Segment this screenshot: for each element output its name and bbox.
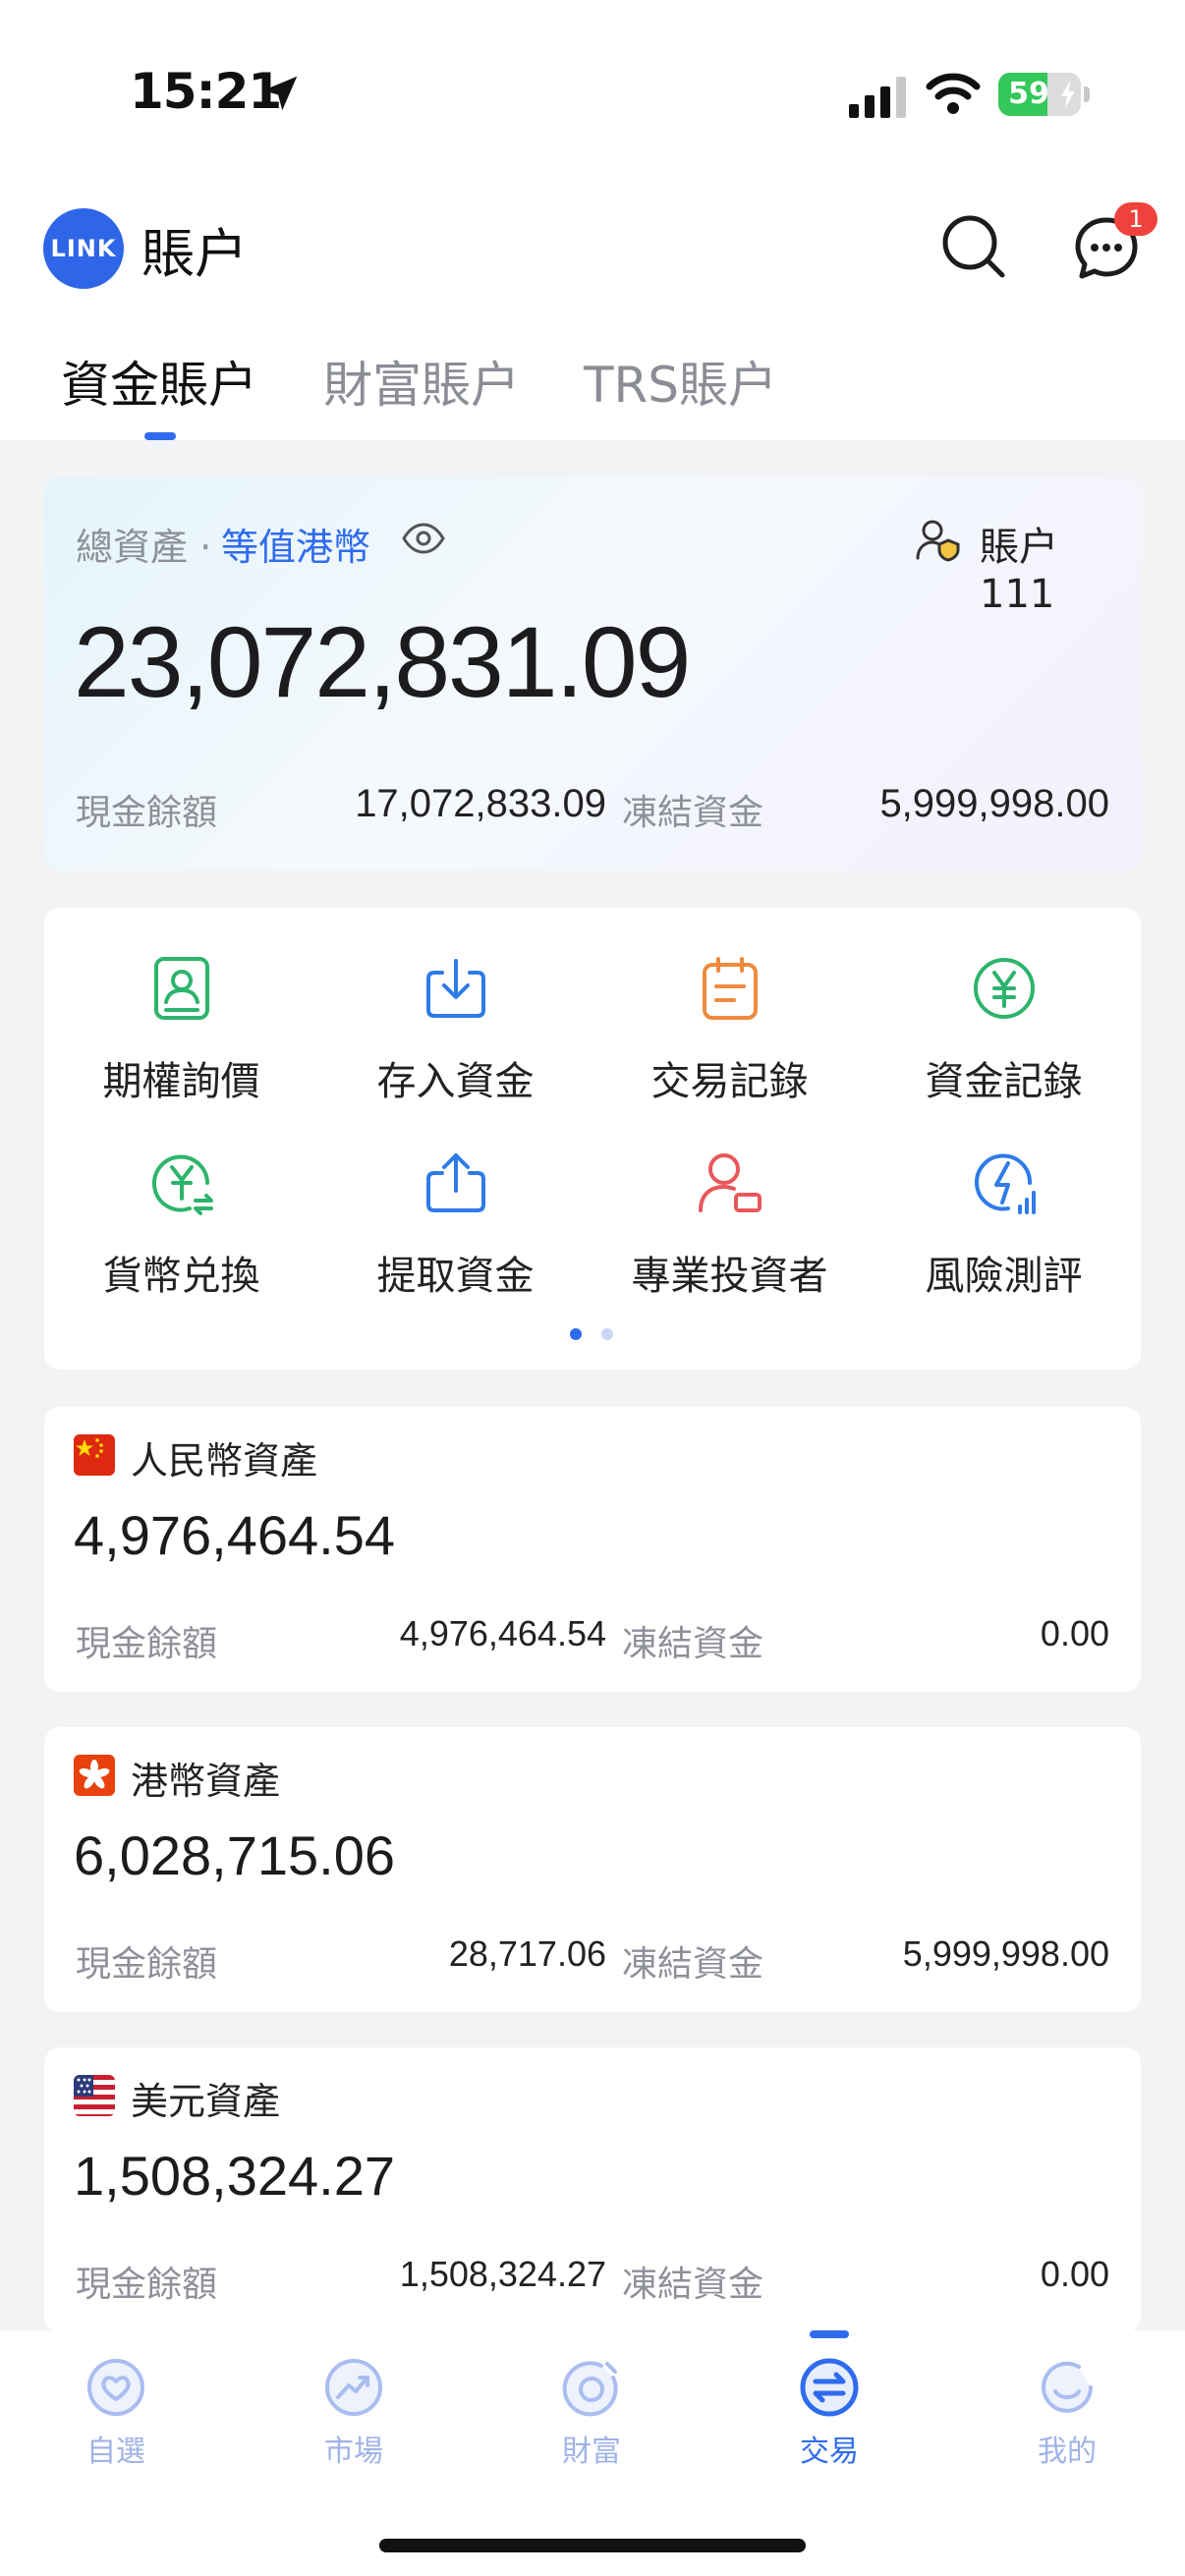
nav-trade[interactable]: 交易 <box>751 2356 908 2470</box>
trade-icon <box>800 2358 859 2417</box>
cash-balance-label: 現金餘額 <box>76 793 218 833</box>
nav-label: 我的 <box>1038 2435 1097 2469</box>
page-dot-active[interactable] <box>570 1328 582 1340</box>
market-icon <box>325 2359 382 2416</box>
action-label: 風險測評 <box>925 1254 1083 1299</box>
charging-bolt-icon <box>1061 81 1075 108</box>
action-deposit[interactable]: 存入資金 <box>318 953 592 1106</box>
search-icon[interactable] <box>939 212 1008 281</box>
location-arrow-icon <box>262 76 298 111</box>
action-trade-record[interactable]: 交易記錄 <box>592 953 867 1106</box>
fund-record-icon <box>973 958 1035 1019</box>
cellular-signal-icon <box>849 77 906 118</box>
nav-market[interactable]: 市場 <box>275 2356 432 2470</box>
watchlist-icon <box>87 2359 144 2416</box>
home-indicator <box>379 2539 806 2552</box>
battery-cap <box>1084 86 1090 102</box>
action-risk-assessment[interactable]: 風險測評 <box>867 1148 1141 1301</box>
message-badge: 1 <box>1114 202 1157 236</box>
nav-label: 交易 <box>800 2435 859 2469</box>
tab-fund-account[interactable]: 資金賬户 <box>61 346 257 417</box>
currency-total: 6,028,715.06 <box>74 1824 395 1886</box>
action-withdraw[interactable]: 提取資金 <box>318 1148 592 1301</box>
eye-icon[interactable] <box>402 521 445 556</box>
frozen-funds-value: 0.00 <box>1040 2254 1109 2294</box>
action-label: 存入資金 <box>376 1059 535 1104</box>
currency-card-cny[interactable]: 人民幣資產 4,976,464.54 現金餘額 4,976,464.54 凍結資… <box>44 1407 1141 1692</box>
wifi-icon <box>926 73 981 114</box>
china-flag-icon <box>74 1434 115 1476</box>
battery-indicator: 59 <box>998 73 1081 116</box>
action-fund-record[interactable]: 資金記錄 <box>867 953 1141 1106</box>
currency-exchange-icon <box>151 1154 213 1215</box>
frozen-funds-value: 5,999,998.00 <box>902 1933 1109 1974</box>
frozen-funds-label: 凍結資金 <box>622 2265 764 2305</box>
total-assets-value: 23,072,831.09 <box>74 606 691 718</box>
total-assets-label: 總資產 · <box>76 526 212 569</box>
total-assets-card: 總資產 · 等值港幣 賬户 111 23,072,831.09 現金餘額 17,… <box>44 477 1141 870</box>
active-nav-indicator <box>810 2330 849 2338</box>
action-label: 提取資金 <box>376 1254 535 1299</box>
currency-card-usd[interactable]: 美元資產 1,508,324.27 現金餘額 1,508,324.27 凍結資金… <box>44 2047 1141 2332</box>
currency-total: 4,976,464.54 <box>74 1504 395 1566</box>
nav-profile[interactable]: 我的 <box>988 2356 1146 2470</box>
account-shield-icon[interactable] <box>915 517 960 562</box>
tab-wealth-account[interactable]: 財富賬户 <box>323 346 520 417</box>
currency-title: 港幣資產 <box>131 1760 281 1803</box>
action-label: 貨幣兑換 <box>102 1254 260 1299</box>
professional-investor-icon <box>698 1153 762 1212</box>
brand-logo: LINK <box>43 208 124 289</box>
action-professional-investor[interactable]: 專業投資者 <box>592 1148 867 1301</box>
us-flag-icon <box>74 2075 115 2116</box>
quick-actions-panel: 期權詢價 存入資金 交易記錄 資金記錄 貨幣兑換 提取資金 專業投資者 風險測評 <box>44 908 1141 1370</box>
tab-trs-account[interactable]: TRS賬户 <box>584 346 777 417</box>
action-label: 期權詢價 <box>102 1059 260 1104</box>
nav-label: 自選 <box>86 2435 145 2469</box>
wealth-icon <box>562 2361 618 2417</box>
cash-balance-value: 4,976,464.54 <box>399 1613 606 1653</box>
cash-balance-label: 現金餘額 <box>76 1624 218 1664</box>
nav-watchlist[interactable]: 自選 <box>37 2356 195 2470</box>
currency-title: 美元資產 <box>131 2080 281 2123</box>
page-title: 賬户 <box>141 223 248 285</box>
currency-card-hkd[interactable]: 港幣資產 6,028,715.06 現金餘額 28,717.06 凍結資金 5,… <box>44 1727 1141 2012</box>
frozen-funds-label: 凍結資金 <box>622 793 764 833</box>
hong-kong-flag-icon <box>74 1755 115 1796</box>
option-inquiry-icon <box>153 957 209 1020</box>
nav-wealth[interactable]: 財富 <box>513 2356 670 2470</box>
cash-balance-value: 17,072,833.09 <box>355 782 606 825</box>
battery-level: 59 <box>1008 77 1049 111</box>
account-number[interactable]: 賬户 111 <box>980 515 1141 617</box>
currency-title: 人民幣資產 <box>131 1439 318 1483</box>
action-label: 交易記錄 <box>650 1059 809 1104</box>
frozen-funds-value: 5,999,998.00 <box>879 782 1109 825</box>
cash-balance-value: 1,508,324.27 <box>399 2254 606 2294</box>
currency-total: 1,508,324.27 <box>74 2145 395 2207</box>
profile-icon <box>1042 2361 1093 2413</box>
trade-record-icon <box>702 957 758 1020</box>
action-label: 資金記錄 <box>925 1059 1083 1104</box>
cash-balance-label: 現金餘額 <box>76 1944 218 1985</box>
action-option-inquiry[interactable]: 期權詢價 <box>44 953 318 1106</box>
page-dot[interactable] <box>601 1328 613 1340</box>
action-currency-exchange[interactable]: 貨幣兑換 <box>44 1148 318 1301</box>
cash-balance-label: 現金餘額 <box>76 2265 218 2305</box>
action-label: 專業投資者 <box>631 1254 828 1299</box>
currency-selector[interactable]: 等值港幣 <box>221 517 370 571</box>
risk-assessment-icon <box>974 1153 1036 1214</box>
frozen-funds-label: 凍結資金 <box>622 1624 764 1664</box>
frozen-funds-label: 凍結資金 <box>622 1944 764 1985</box>
deposit-icon <box>425 959 485 1018</box>
nav-label: 市場 <box>324 2435 383 2469</box>
cash-balance-value: 28,717.06 <box>448 1933 606 1974</box>
withdraw-icon <box>425 1153 485 1212</box>
frozen-funds-value: 0.00 <box>1040 1613 1109 1653</box>
nav-label: 財富 <box>562 2435 621 2469</box>
active-tab-indicator <box>144 432 176 440</box>
